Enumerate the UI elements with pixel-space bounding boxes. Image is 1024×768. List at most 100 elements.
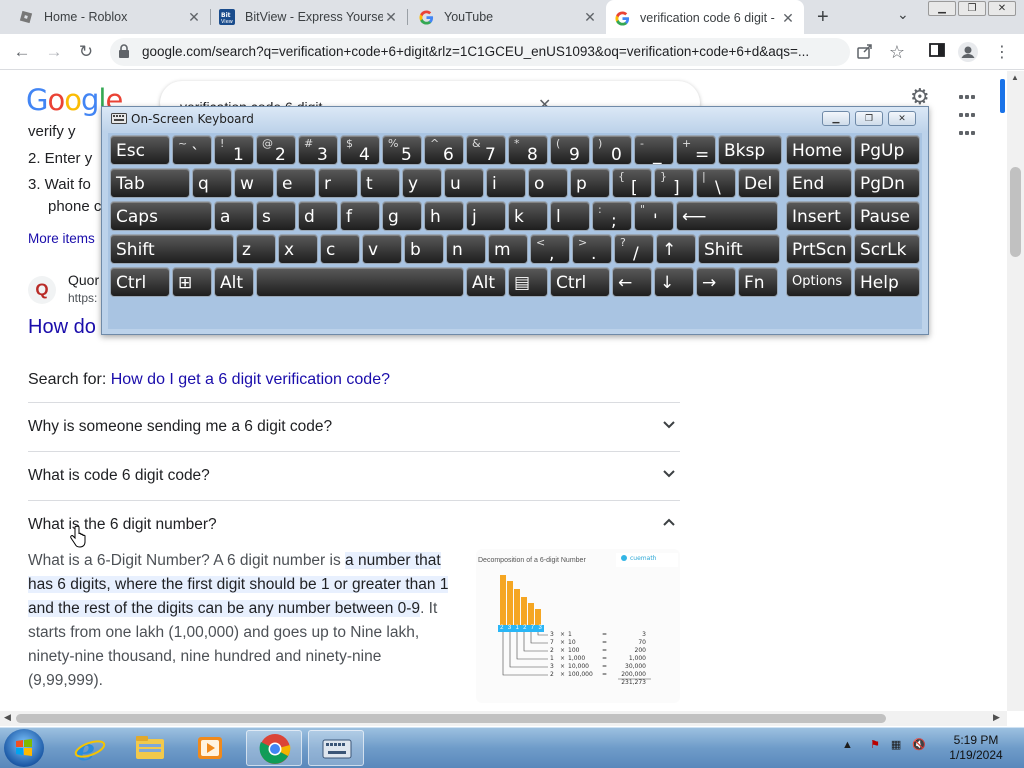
key-bksp[interactable]: Bksp (718, 135, 782, 165)
tab-roblox[interactable]: Home - Roblox ✕ (10, 0, 210, 34)
key-home[interactable]: Home (786, 135, 852, 165)
address-bar[interactable]: google.com/search?q=verification+code+6+… (110, 38, 850, 66)
scroll-thumb[interactable] (16, 714, 886, 723)
osk-close-icon[interactable]: ✕ (888, 111, 916, 126)
key-m[interactable]: m (488, 234, 528, 264)
key-8[interactable]: * 8 (508, 135, 548, 165)
key-p[interactable]: p (570, 168, 610, 198)
osk-restore-icon[interactable]: ❐ (855, 111, 883, 126)
key-alt[interactable]: Alt (466, 267, 506, 297)
key-pgdn[interactable]: PgDn (854, 168, 920, 198)
scroll-up-icon[interactable]: ▲ (1011, 73, 1019, 82)
restore-icon[interactable]: ❐ (958, 1, 986, 16)
on-screen-keyboard-taskbar-icon[interactable] (308, 730, 364, 766)
key-u[interactable]: u (444, 168, 484, 198)
minimize-icon[interactable]: ▁ (928, 1, 956, 16)
key-7[interactable]: & 7 (466, 135, 506, 165)
key-symbol[interactable]: + = (676, 135, 716, 165)
back-arrow-icon[interactable]: ← (10, 40, 34, 64)
share-icon[interactable] (855, 42, 875, 62)
tray-expand-icon[interactable]: ▲ (842, 739, 853, 751)
key-symbol[interactable]: ↑ (656, 234, 696, 264)
key-scrlk[interactable]: ScrLk (854, 234, 920, 264)
close-tab-icon[interactable]: ✕ (186, 9, 202, 26)
media-player-icon[interactable] (182, 730, 238, 766)
key-shift[interactable]: Shift (698, 234, 780, 264)
key-y[interactable]: y (402, 168, 442, 198)
key-f[interactable]: f (340, 201, 380, 231)
key-symbol[interactable]: >. (572, 234, 612, 264)
key-prtscn[interactable]: PrtScn (786, 234, 852, 264)
key-e[interactable]: e (276, 168, 316, 198)
key-2[interactable]: @2 (256, 135, 296, 165)
key-h[interactable]: h (424, 201, 464, 231)
file-explorer-icon[interactable] (122, 730, 178, 766)
key-fn[interactable]: Fn (738, 267, 778, 297)
more-items-link[interactable]: More items (28, 231, 95, 246)
key-symbol[interactable]: ⟵ (676, 201, 778, 231)
key-n[interactable]: n (446, 234, 486, 264)
key-5[interactable]: % 5 (382, 135, 422, 165)
reload-icon[interactable]: ↻ (74, 40, 98, 64)
apps-grid-icon[interactable] (958, 87, 978, 135)
osk-minimize-icon[interactable]: ▁ (822, 111, 850, 126)
key-symbol[interactable]: }] (654, 168, 694, 198)
chrome-icon[interactable] (246, 730, 302, 766)
key-t[interactable]: t (360, 168, 400, 198)
result-title-link[interactable]: How do (28, 316, 96, 339)
paa-question[interactable]: What is code 6 digit code? (28, 451, 680, 500)
key-q[interactable]: q (192, 168, 232, 198)
tab-search-chevron-icon[interactable]: ⌄ (897, 6, 909, 23)
key-help[interactable]: Help (854, 267, 920, 297)
chrome-menu-icon[interactable]: ⋮ (992, 42, 1012, 62)
new-tab-plus-icon[interactable]: + (817, 6, 829, 29)
action-center-flag-icon[interactable]: ⚑ (870, 739, 880, 751)
key-shift[interactable]: Shift (110, 234, 234, 264)
key-symbol[interactable]: ? / (614, 234, 654, 264)
key-k[interactable]: k (508, 201, 548, 231)
tab-youtube[interactable]: YouTube ✕ (410, 0, 606, 34)
key-ctrl[interactable]: Ctrl (110, 267, 170, 297)
horizontal-scrollbar[interactable]: ◀ ▶ (0, 711, 1007, 726)
key-esc[interactable]: Esc (110, 135, 170, 165)
vertical-scrollbar[interactable]: ▲ (1007, 71, 1024, 711)
key-tab[interactable]: Tab (110, 168, 190, 198)
key-del[interactable]: Del (738, 168, 780, 198)
profile-avatar-icon[interactable] (958, 42, 978, 62)
key-z[interactable]: z (236, 234, 276, 264)
key-symbol[interactable]: ← (612, 267, 652, 297)
key-options[interactable]: Options (786, 267, 852, 297)
key-b[interactable]: b (404, 234, 444, 264)
key-symbol[interactable]: " ' (634, 201, 674, 231)
key-r[interactable]: r (318, 168, 358, 198)
key-symbol[interactable]: ~ ` (172, 135, 212, 165)
key-0[interactable]: ) 0 (592, 135, 632, 165)
key-symbol[interactable]: | \ (696, 168, 736, 198)
close-tab-icon[interactable]: ✕ (780, 10, 796, 27)
key-x[interactable]: x (278, 234, 318, 264)
paa-question[interactable]: Why is someone sending me a 6 digit code… (28, 402, 680, 451)
side-panel-icon[interactable] (927, 42, 947, 62)
osk-title-bar[interactable]: On-Screen Keyboard ▁ ❐ ✕ (102, 107, 928, 131)
key-pause[interactable]: Pause (854, 201, 920, 231)
start-button-windows-icon[interactable] (4, 729, 44, 767)
key-i[interactable]: i (486, 168, 526, 198)
key-end[interactable]: End (786, 168, 852, 198)
key-space[interactable] (256, 267, 464, 297)
close-tab-icon[interactable]: ✕ (582, 9, 598, 26)
key-symbol[interactable]: {[ (612, 168, 652, 198)
key-symbol[interactable]: :; (592, 201, 632, 231)
sign-in-button-edge[interactable] (1000, 79, 1005, 113)
key-a[interactable]: a (214, 201, 254, 231)
internet-explorer-icon[interactable]: e (62, 730, 118, 768)
forward-arrow-icon[interactable]: → (42, 40, 66, 64)
key-symbol[interactable]: ⊞ (172, 267, 212, 297)
key-symbol[interactable]: → (696, 267, 736, 297)
paa-question-expanded[interactable]: What is the 6 digit number? (28, 500, 680, 549)
scroll-right-icon[interactable]: ▶ (993, 712, 1000, 723)
answer-thumbnail-image[interactable]: Decomposition of a 6-digit Number cuemat… (476, 549, 680, 703)
key-alt[interactable]: Alt (214, 267, 254, 297)
bookmark-star-icon[interactable]: ☆ (887, 42, 907, 62)
key-caps[interactable]: Caps (110, 201, 212, 231)
key-4[interactable]: $4 (340, 135, 380, 165)
